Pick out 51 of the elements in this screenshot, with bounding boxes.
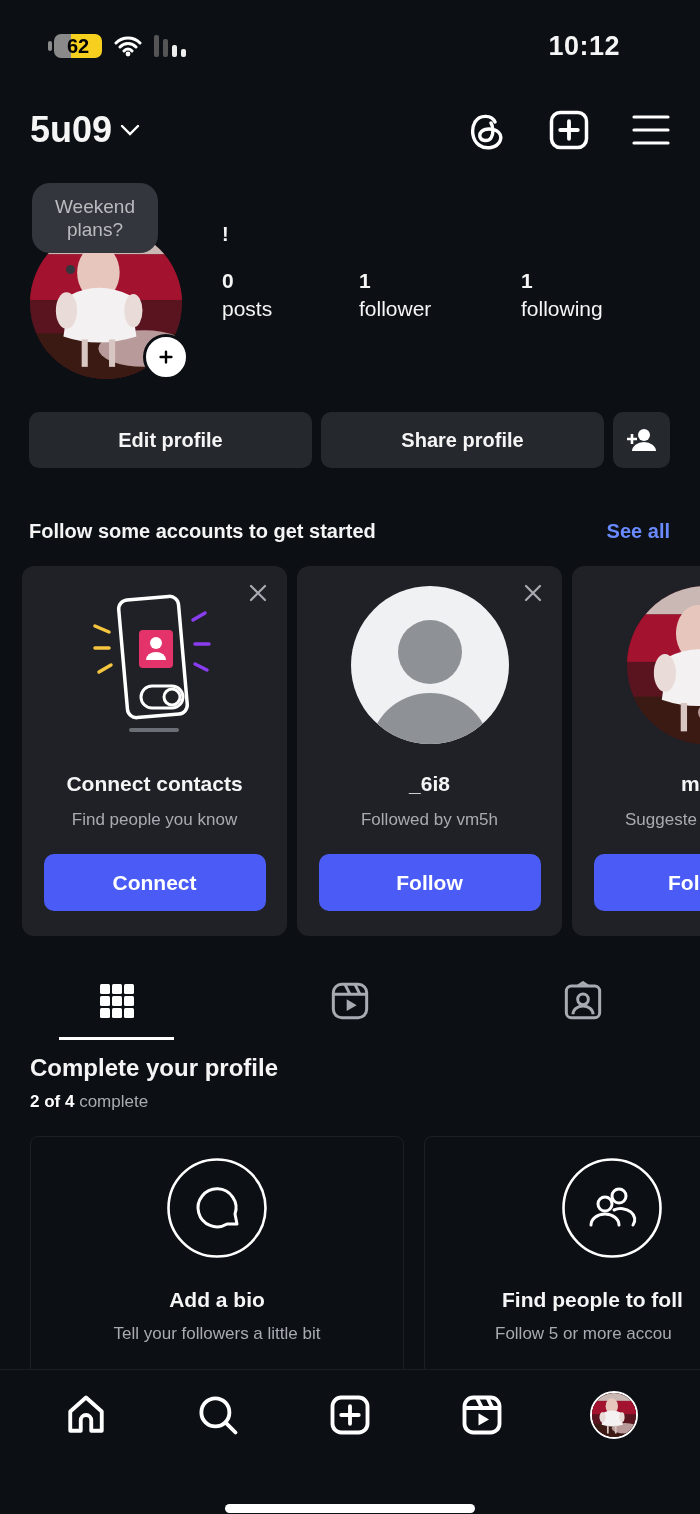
username[interactable]: 5u09 bbox=[30, 109, 113, 151]
chevron-down-icon[interactable] bbox=[120, 124, 141, 136]
suggestion-title[interactable]: Connect contacts bbox=[66, 772, 243, 796]
speech-bubble-icon bbox=[167, 1158, 267, 1258]
bubble-tail-dot bbox=[66, 265, 75, 274]
stat-count[interactable]: 1 bbox=[521, 267, 603, 295]
add-post-icon[interactable] bbox=[329, 1394, 371, 1436]
section-title: Complete your profile bbox=[30, 1054, 280, 1082]
task-title: Add a bio bbox=[169, 1288, 265, 1312]
reels-icon[interactable] bbox=[461, 1394, 503, 1436]
progress-text: 2 of 4 complete bbox=[30, 1092, 150, 1112]
search-icon[interactable] bbox=[197, 1394, 239, 1436]
reels-icon bbox=[329, 980, 370, 1021]
status-time: 10:12 bbox=[548, 30, 620, 62]
note-bubble[interactable]: Weekend plans? bbox=[32, 183, 158, 253]
add-post-icon[interactable] bbox=[548, 109, 590, 151]
suggestion-subtitle: Find people you know bbox=[71, 810, 238, 830]
grid-icon bbox=[99, 983, 134, 1018]
battery-level: 62 bbox=[54, 34, 102, 58]
stat-count[interactable]: 0 bbox=[222, 267, 359, 295]
stat-label[interactable]: posts bbox=[222, 295, 359, 323]
connect-button[interactable]: Connect bbox=[43, 854, 266, 911]
task-description: Follow 5 or more accou bbox=[495, 1324, 672, 1344]
stat-label[interactable]: follower bbox=[359, 295, 521, 323]
suggestion-subtitle: Suggeste bbox=[625, 810, 697, 830]
close-icon[interactable] bbox=[249, 584, 267, 602]
default-avatar-icon bbox=[350, 586, 509, 744]
profile-avatar-button[interactable] bbox=[590, 1391, 638, 1439]
people-icon bbox=[562, 1158, 662, 1258]
close-icon[interactable] bbox=[524, 584, 542, 602]
tagged-person-icon bbox=[562, 980, 603, 1021]
follow-button[interactable]: Fol bbox=[594, 854, 700, 911]
stat-label[interactable]: following bbox=[521, 295, 603, 323]
add-person-button[interactable] bbox=[613, 412, 670, 468]
share-profile-button[interactable]: Share profile bbox=[321, 412, 604, 468]
wifi-icon bbox=[114, 35, 142, 57]
battery-tip-icon bbox=[48, 41, 52, 51]
suggestion-title[interactable]: _6i8 bbox=[409, 772, 450, 796]
add-person-icon bbox=[626, 429, 657, 451]
task-title: Find people to foll bbox=[502, 1288, 683, 1312]
edit-profile-button[interactable]: Edit profile bbox=[29, 412, 312, 468]
section-title: Follow some accounts to get started bbox=[29, 519, 376, 543]
menu-icon[interactable] bbox=[632, 114, 670, 146]
display-name: ! bbox=[222, 223, 230, 247]
suggestion-subtitle: Followed by vm5h bbox=[361, 810, 498, 830]
suggestion-title[interactable]: m bbox=[681, 772, 700, 796]
stat-count[interactable]: 1 bbox=[359, 267, 521, 295]
see-all-link[interactable]: See all bbox=[606, 519, 670, 543]
task-description: Tell your followers a little bit bbox=[113, 1324, 321, 1344]
home-icon[interactable] bbox=[65, 1394, 107, 1436]
follow-button[interactable]: Follow bbox=[318, 854, 541, 911]
